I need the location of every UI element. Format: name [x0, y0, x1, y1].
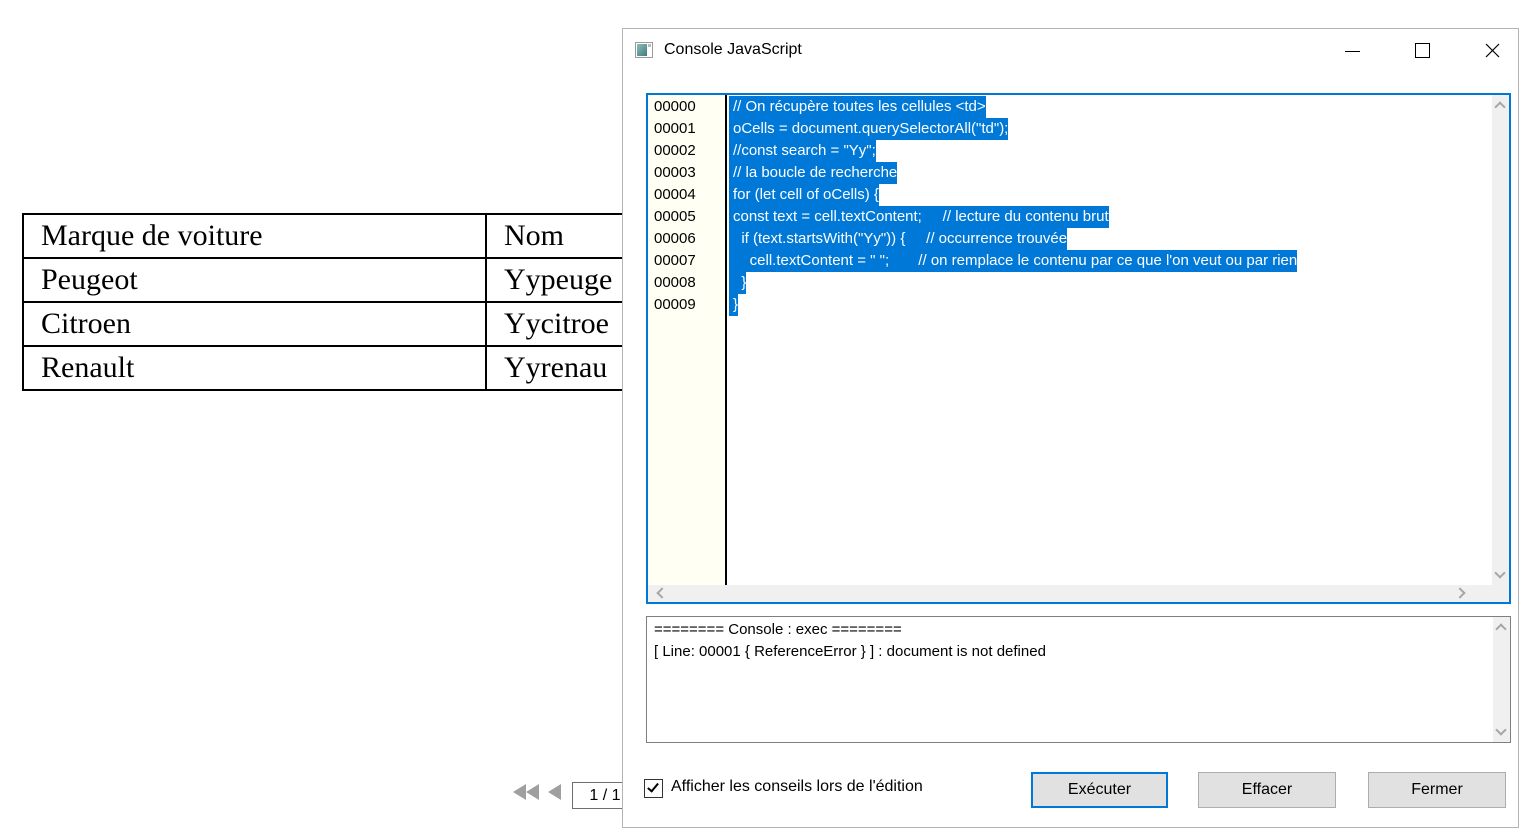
- line-number: 00006: [654, 230, 696, 247]
- show-hints-label: Afficher les conseils lors de l'édition: [671, 778, 923, 795]
- code-line[interactable]: 00001 oCells = document.querySelectorAll…: [648, 118, 1492, 140]
- first-page-icon-2[interactable]: [526, 784, 539, 800]
- clear-button[interactable]: Effacer: [1198, 772, 1336, 808]
- console-error-line: [ Line: 00001 { ReferenceError } ] : doc…: [654, 643, 1046, 660]
- scroll-left-icon[interactable]: [656, 587, 668, 599]
- code-text-selected: // On récupère toutes les cellules <td>: [729, 96, 986, 118]
- dialog-title: Console JavaScript: [664, 41, 802, 58]
- console-exec-header: ======== Console : exec ========: [654, 621, 902, 638]
- cell-marque: Peugeot: [22, 257, 487, 303]
- code-line[interactable]: 00008 }: [648, 272, 1492, 294]
- scroll-down-icon[interactable]: [1494, 567, 1506, 579]
- previous-page-icon[interactable]: [548, 784, 561, 800]
- code-line[interactable]: 00007 cell.textContent = " "; // on remp…: [648, 250, 1492, 272]
- code-text-selected: }: [729, 272, 747, 294]
- line-number: 00002: [654, 142, 696, 159]
- header-marque: Marque de voiture: [22, 213, 487, 259]
- code-editor[interactable]: 00000 // On récupère toutes les cellules…: [646, 93, 1511, 604]
- dialog-title-bar[interactable]: Console JavaScript: [623, 29, 1518, 73]
- maximize-button[interactable]: [1407, 36, 1437, 66]
- line-number: 00001: [654, 120, 696, 137]
- code-line[interactable]: 00005 const text = cell.textContent; // …: [648, 206, 1492, 228]
- first-page-icon[interactable]: [513, 784, 526, 800]
- minimize-icon: [1345, 51, 1360, 52]
- cell-marque: Renault: [22, 345, 487, 391]
- console-vertical-scrollbar[interactable]: [1493, 617, 1510, 742]
- line-number: 00003: [654, 164, 696, 181]
- scrollbar-corner: [1492, 585, 1509, 602]
- scroll-up-icon[interactable]: [1494, 101, 1506, 113]
- code-text-selected: for (let cell of oCells) {: [729, 184, 879, 206]
- close-dialog-button[interactable]: Fermer: [1368, 772, 1506, 808]
- checkmark-icon: [647, 780, 659, 793]
- console-output[interactable]: ======== Console : exec ======== [ Line:…: [646, 616, 1511, 743]
- line-number: 00005: [654, 208, 696, 225]
- line-number: 00008: [654, 274, 696, 291]
- scroll-down-icon[interactable]: [1495, 724, 1507, 736]
- editor-horizontal-scrollbar[interactable]: [648, 585, 1492, 602]
- code-line[interactable]: 00009 }: [648, 294, 1492, 316]
- code-text-selected: oCells = document.querySelectorAll("td")…: [729, 118, 1009, 140]
- scroll-up-icon[interactable]: [1495, 623, 1507, 635]
- code-line[interactable]: 00004 for (let cell of oCells) {: [648, 184, 1492, 206]
- minimize-button[interactable]: [1337, 36, 1367, 66]
- code-line[interactable]: 00000 // On récupère toutes les cellules…: [648, 96, 1492, 118]
- code-text-selected: cell.textContent = " "; // on remplace l…: [729, 250, 1298, 272]
- code-line[interactable]: 00003 // la boucle de recherche: [648, 162, 1492, 184]
- show-hints-checkbox[interactable]: [644, 779, 663, 798]
- scroll-right-icon[interactable]: [1454, 587, 1466, 599]
- close-icon: [1485, 43, 1500, 58]
- line-number: 00007: [654, 252, 696, 269]
- code-text-selected: //const search = "Yy";: [729, 140, 876, 162]
- line-number: 00000: [654, 98, 696, 115]
- line-number: 00009: [654, 296, 696, 313]
- close-button[interactable]: [1477, 36, 1507, 66]
- console-window-icon: [635, 42, 653, 58]
- maximize-icon: [1415, 43, 1430, 58]
- editor-vertical-scrollbar[interactable]: [1492, 95, 1509, 585]
- code-line[interactable]: 00006 if (text.startsWith("Yy")) { // oc…: [648, 228, 1492, 250]
- code-line[interactable]: 00002 //const search = "Yy";: [648, 140, 1492, 162]
- line-number: 00004: [654, 186, 696, 203]
- cell-marque: Citroen: [22, 301, 487, 347]
- code-lines: 00000 // On récupère toutes les cellules…: [648, 96, 1492, 316]
- code-text-selected: // la boucle de recherche: [729, 162, 898, 184]
- code-text-selected: if (text.startsWith("Yy")) { // occurren…: [729, 228, 1068, 250]
- code-text-selected: const text = cell.textContent; // lectur…: [729, 206, 1109, 228]
- execute-button[interactable]: Exécuter: [1031, 772, 1168, 808]
- console-javascript-dialog: Console JavaScript 00000 // On récupère …: [622, 28, 1519, 828]
- code-text-selected: }: [729, 294, 739, 316]
